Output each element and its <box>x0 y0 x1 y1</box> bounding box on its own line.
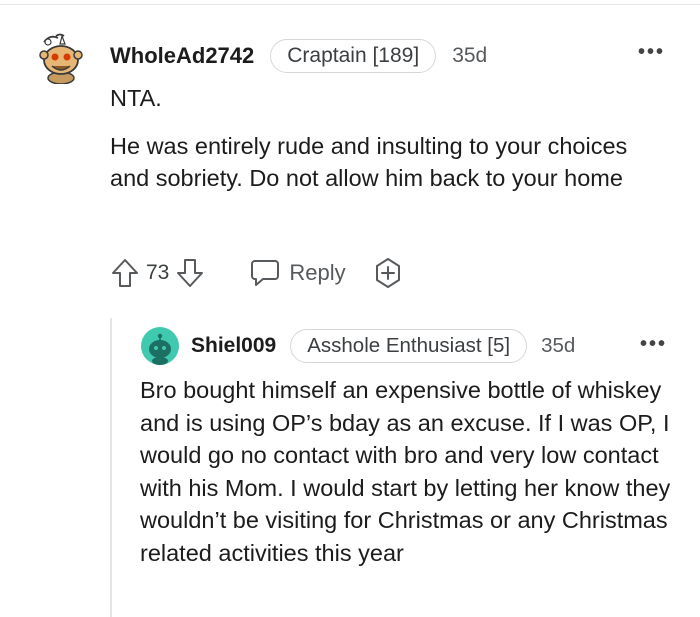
comment-body: NTA. He was entirely rude and insulting … <box>110 82 670 210</box>
comment-header: Shiel009 Asshole Enthusiast [5] 35d <box>191 328 575 364</box>
snoo-avatar-icon <box>39 33 83 85</box>
reply-label: Reply <box>289 260 346 285</box>
avatar[interactable] <box>141 327 179 365</box>
avatar[interactable] <box>34 30 88 85</box>
comment-actions: 73 Reply <box>110 254 404 292</box>
comment-header: WholeAd2742 Craptain [189] 35d <box>110 38 487 74</box>
snoo-avatar-icon <box>141 327 179 365</box>
reply-button[interactable]: Reply <box>249 258 346 288</box>
thread-line[interactable] <box>110 318 112 617</box>
downvote-button[interactable] <box>175 257 205 289</box>
comment-body: Bro bought himself an expensive bottle o… <box>140 377 671 566</box>
comment-bubble-icon <box>251 260 280 286</box>
user-flair: Craptain [189] <box>270 39 437 73</box>
username[interactable]: Shiel009 <box>191 334 276 358</box>
award-button[interactable] <box>372 257 404 289</box>
upvote-button[interactable] <box>110 257 140 289</box>
comment-age: 35d <box>541 334 576 357</box>
upvote-arrow-icon <box>112 259 138 287</box>
username[interactable]: WholeAd2742 <box>110 43 254 69</box>
divider <box>0 4 700 5</box>
comment-paragraph: NTA. <box>110 85 162 111</box>
comment-age: 35d <box>452 44 488 67</box>
more-options-button[interactable]: ••• <box>640 334 667 354</box>
downvote-arrow-icon <box>177 259 204 287</box>
add-award-icon <box>375 258 400 288</box>
comment-thread: WholeAd2742 Craptain [189] 35d ••• NTA. … <box>0 0 700 617</box>
comment-paragraph: He was entirely rude and insulting to yo… <box>110 133 628 191</box>
vote-count: 73 <box>146 261 170 284</box>
user-flair: Asshole Enthusiast [5] <box>290 329 528 363</box>
more-options-button[interactable]: ••• <box>638 42 665 62</box>
